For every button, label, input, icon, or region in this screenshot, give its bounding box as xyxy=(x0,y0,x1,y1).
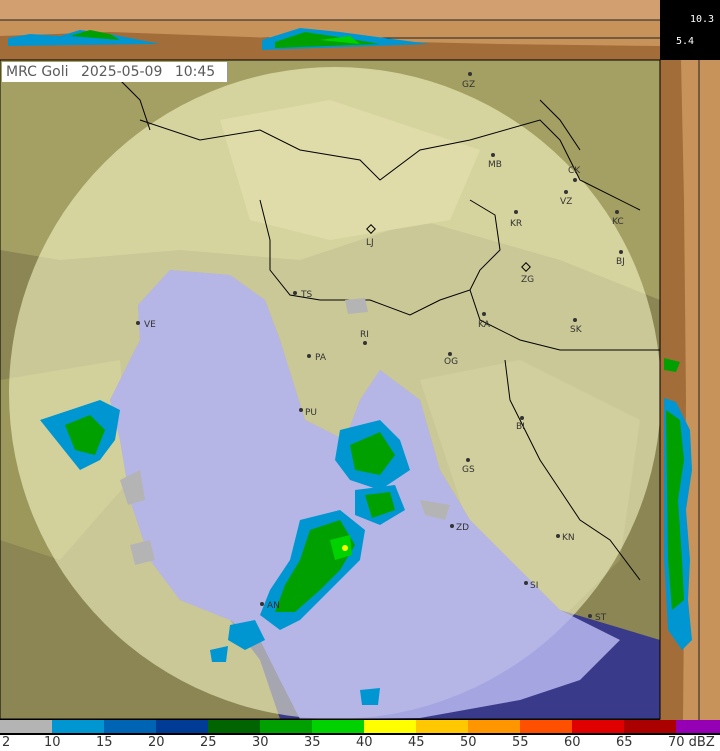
svg-text:KN: KN xyxy=(562,533,575,543)
svg-text:KA: KA xyxy=(478,320,491,330)
legend-tick: 15 xyxy=(96,735,113,750)
svg-text:CK: CK xyxy=(568,166,581,176)
svg-text:KC: KC xyxy=(612,217,624,227)
legend-tick: 30 xyxy=(252,735,269,750)
legend-swatch xyxy=(260,720,312,733)
svg-text:RI: RI xyxy=(360,330,369,340)
legend-swatch xyxy=(624,720,676,733)
legend-swatch xyxy=(676,720,720,733)
legend-swatch xyxy=(312,720,364,733)
svg-text:VZ: VZ xyxy=(560,197,572,207)
legend-tick: 40 xyxy=(356,735,373,750)
legend-tick: 55 xyxy=(512,735,529,750)
svg-text:OG: OG xyxy=(444,357,458,367)
svg-text:AN: AN xyxy=(267,601,280,611)
svg-text:BJ: BJ xyxy=(616,257,625,267)
legend-swatch xyxy=(468,720,520,733)
svg-text:PU: PU xyxy=(305,408,317,418)
height-label-mid: 5.4 xyxy=(676,36,695,47)
legend-swatch xyxy=(572,720,624,733)
legend-tick: 10 xyxy=(44,735,61,750)
station-name: MRC Goli xyxy=(6,64,69,80)
svg-text:LJ: LJ xyxy=(366,238,374,248)
svg-text:GZ: GZ xyxy=(462,80,475,90)
legend-swatch xyxy=(52,720,104,733)
color-legend-labels: 2 10 15 20 25 30 35 40 45 50 55 60 65 70 dBZ xyxy=(0,735,720,751)
map-header: MRC Goli 2025-05-09 10:45 xyxy=(2,62,228,82)
legend-tick: 50 xyxy=(460,735,477,750)
map-area: GZ MB CK VZ KR KC LJ ZG BJ TS KA SK VE R… xyxy=(0,60,660,719)
legend-swatch xyxy=(0,720,52,733)
svg-text:VE: VE xyxy=(144,320,156,330)
svg-text:GS: GS xyxy=(462,465,475,475)
legend-swatch xyxy=(364,720,416,733)
top-cross-section xyxy=(0,0,660,60)
legend-tick: 20 xyxy=(148,735,165,750)
legend-swatch xyxy=(104,720,156,733)
svg-text:ZD: ZD xyxy=(456,523,469,533)
legend-swatch xyxy=(416,720,468,733)
height-label-top: 10.3 xyxy=(690,14,715,25)
color-legend-bar xyxy=(0,720,720,733)
legend-tick: 2 xyxy=(2,735,11,750)
legend-tick: 70 dBZ xyxy=(668,735,715,750)
svg-text:MB: MB xyxy=(488,160,502,170)
right-cross-section xyxy=(660,0,720,720)
svg-text:BI: BI xyxy=(516,422,525,432)
legend-tick: 45 xyxy=(408,735,425,750)
svg-text:TS: TS xyxy=(300,290,312,300)
time-label: 10:45 xyxy=(174,64,216,80)
svg-text:SK: SK xyxy=(570,325,583,335)
svg-text:ST: ST xyxy=(595,613,607,623)
svg-text:PA: PA xyxy=(315,353,327,363)
svg-text:ZG: ZG xyxy=(521,275,534,285)
legend-swatch xyxy=(156,720,208,733)
legend-tick: 25 xyxy=(200,735,217,750)
svg-text:KR: KR xyxy=(510,219,522,229)
svg-text:SI: SI xyxy=(530,581,538,591)
legend-swatch xyxy=(208,720,260,733)
legend-tick: 35 xyxy=(304,735,321,750)
legend-tick: 65 xyxy=(616,735,633,750)
legend-swatch xyxy=(520,720,572,733)
legend-tick: 60 xyxy=(564,735,581,750)
date-label: 2025-05-09 xyxy=(80,64,163,80)
radar-map: GZ MB CK VZ KR KC LJ ZG BJ TS KA SK VE R… xyxy=(0,0,720,720)
